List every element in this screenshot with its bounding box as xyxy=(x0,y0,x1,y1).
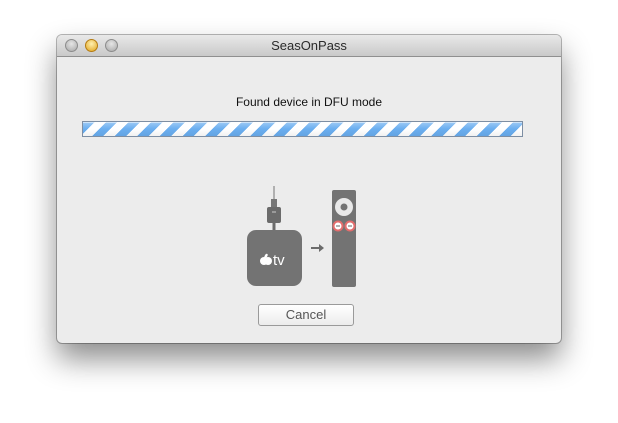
usb-cable-icon xyxy=(267,186,281,230)
arrow-right-icon xyxy=(311,244,324,252)
device-illustration: tv xyxy=(247,186,356,287)
app-window: SeasOnPass Found device in DFU mode tv C… xyxy=(57,35,561,343)
cancel-button[interactable]: Cancel xyxy=(258,304,354,326)
apple-tv-icon: tv xyxy=(247,230,302,286)
window-title: SeasOnPass xyxy=(271,38,347,53)
progress-fill xyxy=(83,122,522,136)
device-label: tv xyxy=(273,252,285,269)
status-message: Found device in DFU mode xyxy=(235,95,383,109)
titlebar: SeasOnPass xyxy=(57,35,561,57)
progress-bar xyxy=(82,121,523,137)
apple-remote-icon xyxy=(332,190,356,287)
